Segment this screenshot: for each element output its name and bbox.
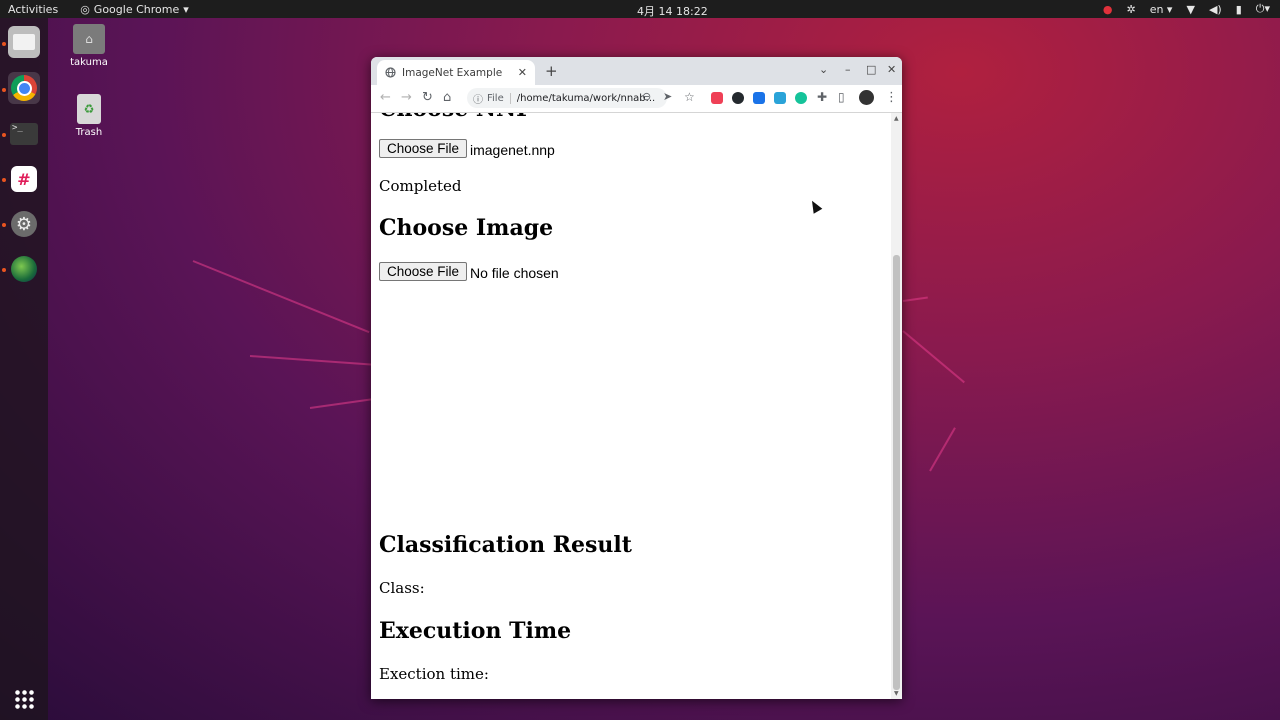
- chrome-icon: ◎: [80, 2, 90, 16]
- tab-search-icon[interactable]: ⌄: [819, 63, 828, 76]
- globe-favicon-icon: [385, 67, 396, 78]
- terminal-icon[interactable]: >_: [8, 118, 40, 150]
- extension-cyan-icon[interactable]: [774, 92, 786, 104]
- menu-kebab-icon[interactable]: ⋮: [885, 90, 898, 105]
- globe-app-icon[interactable]: [8, 253, 40, 285]
- github-extension-icon[interactable]: [732, 92, 744, 104]
- tab-strip: ImageNet Example ✕ + ⌄ – □ ✕: [371, 57, 902, 85]
- activities-button[interactable]: Activities: [8, 3, 58, 16]
- grammarly-extension-icon[interactable]: [795, 92, 807, 104]
- heading-choose-nnp: Choose NNP: [379, 113, 533, 122]
- image-preview-canvas: [379, 291, 609, 521]
- extensions-puzzle-icon[interactable]: ✚: [817, 90, 827, 104]
- home-folder-icon: ⌂: [73, 24, 105, 54]
- choose-nnp-file-button[interactable]: Choose File: [379, 139, 468, 158]
- url-text: /home/takuma/work/nnab...: [516, 92, 656, 104]
- desktop-trash[interactable]: ♻ Trash: [59, 94, 119, 138]
- wallpaper-line: [929, 427, 956, 472]
- new-tab-button[interactable]: +: [545, 62, 558, 80]
- top-bar: Activities ◎ Google Chrome ▾ 4月 14 18:22…: [0, 0, 1280, 18]
- show-applications-icon[interactable]: [8, 683, 40, 715]
- pocket-extension-icon[interactable]: [711, 92, 723, 104]
- language-label: en: [1149, 2, 1164, 16]
- network-settings-icon: ✲: [1126, 2, 1136, 16]
- wallpaper-line: [309, 397, 380, 409]
- reload-icon[interactable]: ↻: [422, 90, 433, 105]
- info-icon: ⓘ: [473, 94, 483, 106]
- send-icon[interactable]: ➤: [663, 90, 672, 103]
- desktop-home-folder[interactable]: ⌂ takuma: [59, 24, 119, 68]
- extension-blue-icon[interactable]: [753, 92, 765, 104]
- heading-choose-image: Choose Image: [379, 215, 554, 241]
- forward-icon[interactable]: →: [401, 90, 412, 105]
- wallpaper-line: [192, 260, 370, 334]
- tab-imagenet-example[interactable]: ImageNet Example ✕: [377, 60, 535, 85]
- running-indicator: [2, 268, 6, 272]
- close-window-icon[interactable]: ✕: [887, 63, 896, 76]
- chevron-down-icon: ▾: [183, 2, 189, 16]
- back-icon[interactable]: ←: [380, 90, 391, 105]
- browser-toolbar: ← → ↻ ⌂ ⓘ File /home/takuma/work/nnab...…: [371, 85, 902, 113]
- execution-time-label: Exection time:: [379, 665, 489, 683]
- running-indicator: [2, 178, 6, 182]
- tab-close-icon[interactable]: ✕: [518, 66, 527, 79]
- nnp-file-name: imagenet.nnp: [470, 142, 555, 158]
- scrollbar-thumb[interactable]: [893, 255, 900, 690]
- wallpaper-line: [249, 355, 380, 367]
- chrome-icon[interactable]: [8, 72, 40, 104]
- address-bar[interactable]: ⓘ File /home/takuma/work/nnab...: [467, 88, 667, 108]
- language-indicator[interactable]: en ▾: [1150, 3, 1173, 16]
- tab-title: ImageNet Example: [402, 66, 503, 79]
- files-icon[interactable]: [8, 26, 40, 58]
- home-icon[interactable]: ⌂: [443, 90, 451, 105]
- scroll-down-arrow-icon[interactable]: ▼: [894, 690, 899, 697]
- running-indicator: [2, 42, 6, 46]
- clock[interactable]: 4月 14 18:22: [637, 3, 708, 19]
- app-menu[interactable]: ◎ Google Chrome ▾: [80, 3, 189, 16]
- wallpaper-line: [902, 296, 928, 302]
- desktop-trash-label: Trash: [75, 127, 103, 138]
- page-scrollbar[interactable]: ▲ ▼: [891, 113, 902, 699]
- url-scheme-label: File: [487, 92, 511, 104]
- heading-classification-result: Classification Result: [379, 532, 632, 558]
- side-panel-icon[interactable]: ▯: [838, 90, 845, 104]
- profile-avatar[interactable]: [859, 90, 874, 105]
- load-status-text: Completed: [379, 177, 462, 195]
- running-indicator: [2, 223, 6, 227]
- volume-icon: ◀): [1208, 2, 1222, 16]
- desktop-home-label: takuma: [70, 57, 108, 68]
- slack-icon[interactable]: #: [8, 163, 40, 195]
- dock: >_ # ⚙: [0, 18, 48, 720]
- power-menu-icon: ⏻▾: [1255, 2, 1270, 15]
- zoom-icon[interactable]: ⊖: [642, 90, 651, 103]
- maximize-icon[interactable]: □: [866, 63, 876, 76]
- choose-image-file-button[interactable]: Choose File: [379, 262, 468, 281]
- settings-gear-icon[interactable]: ⚙: [8, 208, 40, 240]
- battery-icon: ▮: [1235, 2, 1242, 16]
- running-indicator: [2, 133, 6, 137]
- trash-icon: ♻: [77, 94, 101, 124]
- wallpaper-line: [902, 330, 965, 384]
- heading-execution-time: Execution Time: [379, 618, 572, 644]
- running-indicator: [2, 88, 6, 92]
- app-menu-label: Google Chrome: [93, 2, 180, 16]
- bookmark-star-icon[interactable]: ☆: [684, 90, 695, 104]
- wifi-icon: ▼: [1186, 2, 1195, 16]
- browser-window: ImageNet Example ✕ + ⌄ – □ ✕ ← → ↻ ⌂ ⓘ F…: [371, 57, 902, 699]
- scroll-up-arrow-icon[interactable]: ▲: [894, 115, 899, 122]
- minimize-icon[interactable]: –: [845, 63, 851, 76]
- system-tray[interactable]: ● ✲ en ▾ ▼ ◀) ▮ ⏻▾: [1103, 2, 1270, 16]
- class-label: Class:: [379, 579, 425, 597]
- image-file-name: No file chosen: [470, 265, 559, 281]
- record-icon: ●: [1102, 2, 1113, 16]
